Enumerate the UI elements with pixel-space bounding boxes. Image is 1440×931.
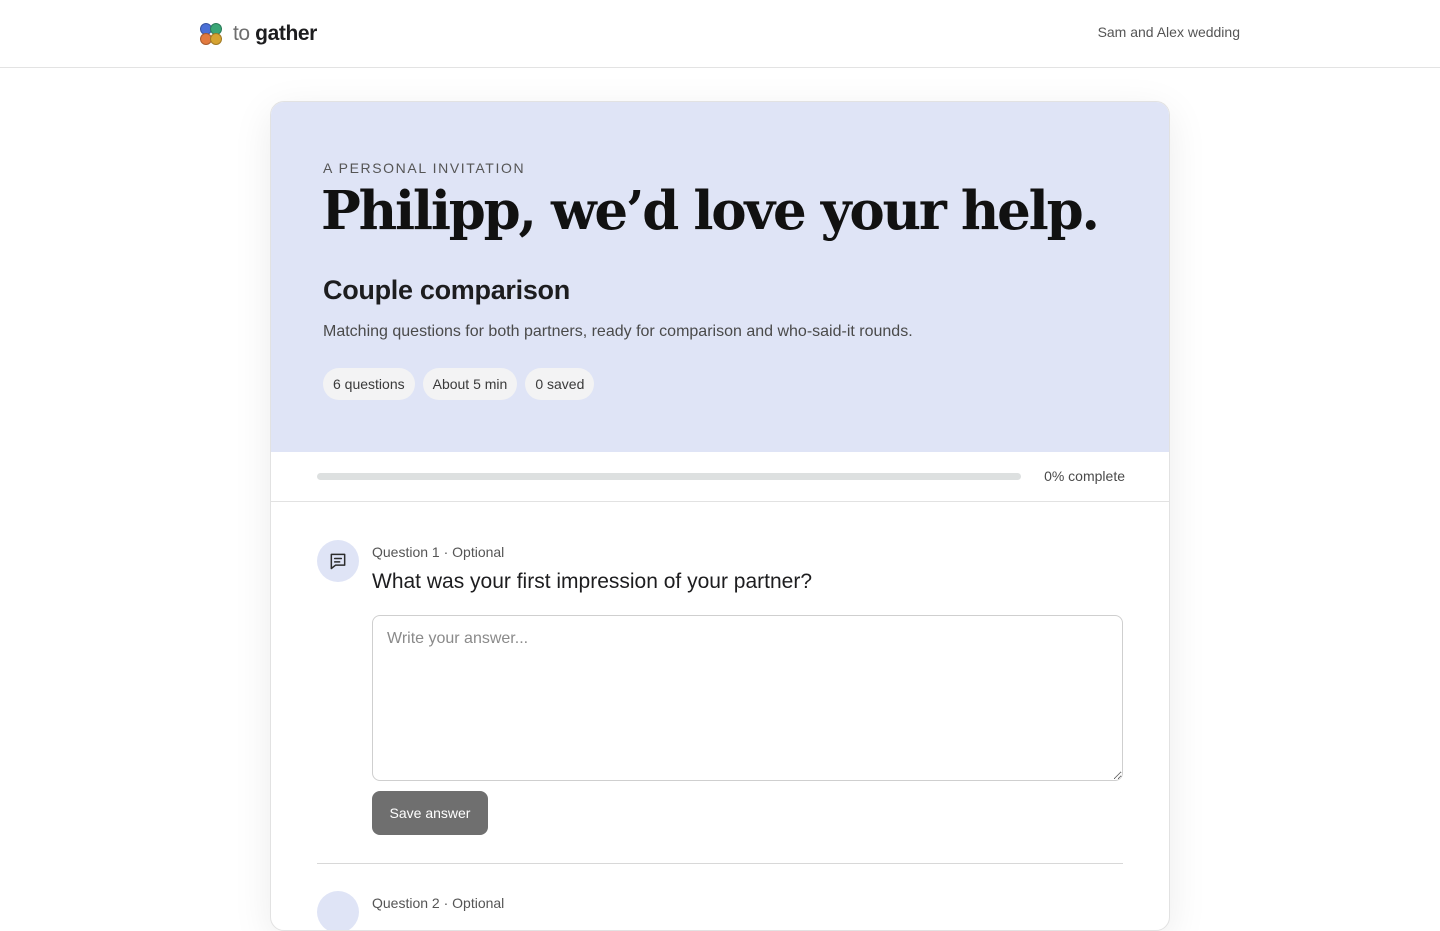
survey-meta-chips: 6 questions About 5 min 0 saved — [323, 368, 595, 400]
question-title: What was your first impression of your p… — [372, 570, 812, 593]
progress-bar — [317, 473, 1021, 480]
save-answer-button[interactable]: Save answer — [372, 791, 488, 835]
question-meta: Question 2 · Optional — [372, 895, 505, 911]
saved-count-chip: 0 saved — [525, 368, 595, 400]
brand-logo[interactable]: to gather — [199, 21, 317, 47]
answer-textarea[interactable] — [372, 615, 1123, 781]
survey-title: Couple comparison — [323, 275, 570, 305]
top-bar: to gather Sam and Alex wedding — [0, 0, 1440, 68]
message-square-text-icon — [317, 540, 359, 582]
progress-row: 0% complete — [271, 452, 1169, 502]
question-meta: Question 1 · Optional — [372, 544, 505, 560]
message-square-text-icon — [317, 891, 359, 930]
event-name: Sam and Alex wedding — [1097, 24, 1240, 40]
logo-icon — [199, 22, 223, 46]
survey-description: Matching questions for both partners, re… — [323, 323, 913, 340]
hero-section: A PERSONAL INVITATION Philipp, we’d love… — [271, 102, 1169, 452]
brand-word-to: to — [233, 22, 250, 45]
duration-chip: About 5 min — [422, 368, 518, 400]
hero-headline: Philipp, we’d love your help. — [321, 180, 1100, 242]
brand-word-gather: gather — [255, 22, 317, 45]
hero-eyebrow: A PERSONAL INVITATION — [323, 160, 526, 176]
question-count-chip: 6 questions — [323, 368, 415, 400]
invitation-card: A PERSONAL INVITATION Philipp, we’d love… — [270, 101, 1170, 931]
progress-label: 0% complete — [1044, 468, 1125, 484]
brand-wordmark: to gather — [233, 22, 317, 46]
question-divider — [317, 863, 1123, 864]
